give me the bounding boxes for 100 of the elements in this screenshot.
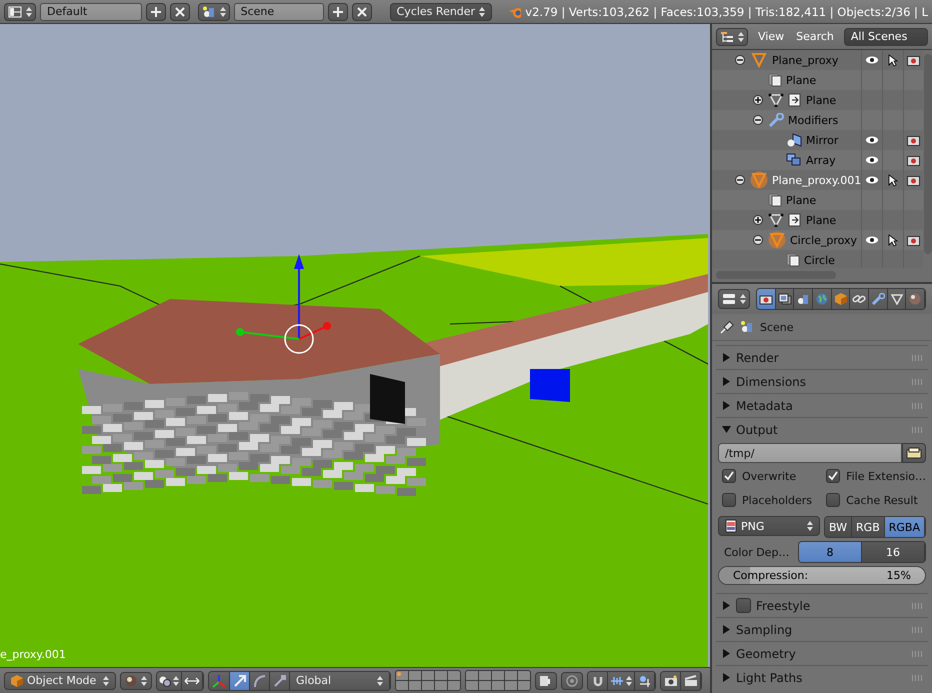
- collapsed-triangle-icon[interactable]: [722, 377, 731, 386]
- expanded-triangle-icon[interactable]: [722, 425, 731, 434]
- menu-item[interactable]: View: [756, 30, 786, 43]
- render-image-button[interactable]: [661, 672, 681, 690]
- panel-title[interactable]: Light Paths: [736, 670, 802, 684]
- color-depth-button[interactable]: 8: [799, 542, 862, 562]
- scene-field[interactable]: Scene: [234, 2, 324, 20]
- tree-item[interactable]: Plane_proxy.001: [772, 174, 862, 186]
- delete-layout-button[interactable]: [170, 2, 190, 20]
- collapsed-triangle-icon[interactable]: [722, 649, 731, 658]
- compression-slider[interactable]: Compression: 15%: [718, 566, 926, 585]
- proportional-edit-button[interactable]: [561, 672, 583, 690]
- manipulator-button[interactable]: [209, 672, 230, 690]
- context-tab[interactable]: [906, 289, 925, 309]
- collapse-icon[interactable]: [735, 55, 745, 65]
- tree-item[interactable]: Plane: [806, 94, 836, 106]
- collapsed-triangle-icon[interactable]: [722, 625, 731, 634]
- snap-button[interactable]: [588, 672, 608, 690]
- collapse-icon[interactable]: [753, 115, 763, 125]
- collapsed-triangle-icon[interactable]: [722, 401, 731, 410]
- eye-icon: [865, 135, 880, 145]
- panel-title[interactable]: Sampling: [736, 622, 792, 636]
- scene-type-button[interactable]: [198, 2, 230, 20]
- add-layout-button[interactable]: [146, 2, 166, 20]
- object-name-label: e_proxy.001: [0, 648, 66, 661]
- layout-field[interactable]: Default: [40, 2, 142, 20]
- image-file-icon: [725, 519, 737, 533]
- browse-folder-button[interactable]: [902, 443, 926, 463]
- add-scene-button[interactable]: [328, 2, 348, 20]
- expand-icon[interactable]: [753, 95, 763, 105]
- panel-title[interactable]: Render: [736, 350, 779, 364]
- file-format-dropdown[interactable]: PNG: [718, 516, 820, 536]
- checkbox[interactable]: File Extensio…: [822, 466, 926, 486]
- color-depth-button[interactable]: 16: [862, 542, 925, 562]
- tree-item[interactable]: Plane_proxy: [772, 54, 838, 66]
- panel-title[interactable]: Dimensions: [736, 374, 806, 388]
- chain-link-icon: [852, 293, 866, 305]
- render-animation-button[interactable]: [681, 672, 701, 690]
- manipulator-button[interactable]: [230, 672, 250, 690]
- render-engine-dropdown[interactable]: Cycles Render: [390, 2, 492, 20]
- up-down-arrows-icon: [377, 674, 383, 686]
- context-tab[interactable]: [757, 289, 776, 309]
- menu-item[interactable]: Search: [794, 30, 836, 43]
- tree-item[interactable]: Modifiers: [788, 114, 838, 126]
- up-down-arrows-icon: [479, 6, 486, 18]
- up-down-arrows-icon: [26, 6, 32, 18]
- vertex-triangle-icon: [768, 93, 802, 107]
- manipulator-toggle[interactable]: [182, 672, 203, 690]
- mode-dropdown[interactable]: Object Mode: [4, 672, 116, 690]
- collapse-icon[interactable]: [753, 235, 763, 245]
- output-path-field[interactable]: /tmp/: [718, 443, 902, 463]
- snap-element-button[interactable]: [608, 672, 635, 690]
- tree-item[interactable]: Plane: [786, 74, 816, 86]
- color-mode-button[interactable]: RGB: [852, 517, 885, 537]
- display-mode-button[interactable]: [716, 28, 748, 46]
- tree-item[interactable]: Array: [806, 154, 836, 166]
- shading-button[interactable]: [120, 672, 152, 690]
- checkbox[interactable]: Overwrite: [718, 466, 818, 486]
- panel-title[interactable]: Output: [736, 422, 778, 436]
- panel-title[interactable]: Freestyle: [756, 598, 810, 612]
- collapsed-triangle-icon[interactable]: [722, 673, 731, 682]
- context-path: Scene: [760, 320, 794, 334]
- ring-icon: [565, 674, 579, 686]
- context-tab[interactable]: [888, 289, 906, 309]
- collapsed-triangle-icon[interactable]: [722, 601, 731, 610]
- collapse-icon[interactable]: [735, 175, 745, 185]
- editor-type-button[interactable]: [718, 289, 750, 309]
- camera-icon: [664, 674, 678, 686]
- manipulator-button[interactable]: [270, 672, 290, 690]
- eye-icon: [865, 55, 880, 65]
- snap-target-button[interactable]: [635, 672, 655, 690]
- arc-icon: [252, 674, 266, 688]
- checkbox[interactable]: [736, 598, 751, 613]
- pivot-button[interactable]: [157, 672, 182, 690]
- expand-icon[interactable]: [753, 215, 763, 225]
- lock-layers-button[interactable]: [535, 672, 557, 690]
- outliner-icon: [720, 30, 734, 42]
- color-mode-button[interactable]: BW: [825, 517, 852, 537]
- tree-item[interactable]: Plane: [806, 214, 836, 226]
- checkbox[interactable]: Cache Result: [822, 490, 926, 510]
- context-tab[interactable]: [832, 289, 850, 309]
- context-tab[interactable]: [794, 289, 814, 309]
- tree-item[interactable]: Circle: [804, 254, 835, 266]
- color-mode-button[interactable]: RGBA: [884, 517, 925, 537]
- tree-item[interactable]: Mirror: [806, 134, 838, 146]
- orientation-dropdown[interactable]: Global: [290, 672, 390, 690]
- context-tab[interactable]: [869, 289, 888, 309]
- filter-dropdown[interactable]: All Scenes: [844, 28, 928, 46]
- delete-scene-button[interactable]: [352, 2, 372, 20]
- collapsed-triangle-icon[interactable]: [722, 353, 731, 362]
- context-tab[interactable]: [813, 289, 832, 309]
- axes-icon: [211, 674, 227, 688]
- checkbox[interactable]: Placeholders: [718, 490, 818, 510]
- tree-item[interactable]: Plane: [786, 194, 816, 206]
- panel-title[interactable]: Geometry: [736, 646, 796, 660]
- manipulator-button[interactable]: [250, 672, 270, 690]
- context-tab[interactable]: [776, 289, 794, 309]
- context-tab[interactable]: [850, 289, 870, 309]
- panel-title[interactable]: Metadata: [736, 398, 793, 412]
- editor-type-button[interactable]: [4, 2, 36, 20]
